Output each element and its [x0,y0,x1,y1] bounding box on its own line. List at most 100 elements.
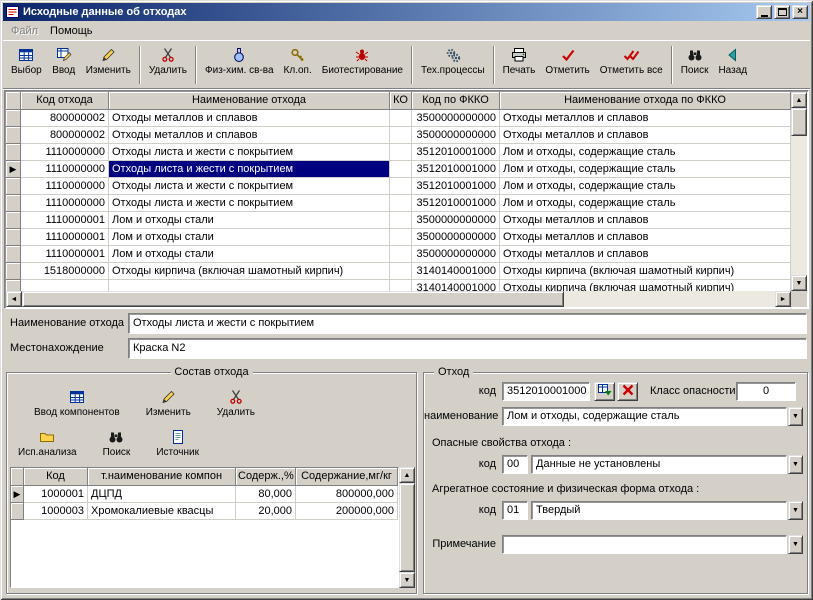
row-selector: ▶ [11,486,24,503]
table-row[interactable]: 1110000001Лом и отходы стали350000000000… [6,212,791,229]
main-grid-body: Код отходаНаименование отходаКОКод по ФК… [6,92,791,291]
scroll-track[interactable] [399,483,415,572]
toolbar-button-delete[interactable]: Удалить [144,43,192,87]
toolbar-button-input-form[interactable]: Ввод [47,43,81,87]
note-dropdown-button[interactable]: ▼ [788,535,803,554]
toolbar-button-label: Отметить [545,65,589,76]
table-row[interactable]: 1518000000Отходы кирпича (включая шамотн… [6,263,791,280]
hazard-dropdown-button[interactable]: ▼ [788,455,803,474]
state-dropdown-button[interactable]: ▼ [788,501,803,520]
scroll-up-button[interactable]: ▲ [399,467,415,483]
toolbar-button-edit[interactable]: Изменить [141,385,196,419]
toolbar-button-delete[interactable]: Удалить [212,385,260,419]
table-row[interactable]: 1110000001Лом и отходы стали350000000000… [6,229,791,246]
note-field[interactable] [502,535,787,554]
table-row[interactable]: 800000002Отходы металлов и сплавов350000… [6,127,791,144]
main-grid-column-header[interactable]: Код по ФККО [412,92,500,110]
scroll-down-button[interactable]: ▼ [791,275,807,291]
scroll-left-button[interactable]: ◄ [6,291,22,307]
scroll-right-button[interactable]: ► [775,291,791,307]
cell-percent: 80,000 [236,486,296,503]
table-row[interactable]: 3140140001000Отходы кирпича (включая шам… [6,280,791,291]
fkko-name-dropdown-button[interactable]: ▼ [788,407,803,426]
table-row[interactable]: 1110000000Отходы листа и жести с покрыти… [6,195,791,212]
dropdown-icon: ▼ [792,541,799,548]
location-field[interactable]: Краска N2 [128,338,807,359]
close-button[interactable]: × [792,5,808,19]
title-bar[interactable]: Исходные данные об отходах × [3,3,810,21]
table-row[interactable]: 1000003Хромокалиевые квасцы20,000200000,… [11,503,398,520]
clear-code-button[interactable] [617,382,638,401]
toolbar-button-gears[interactable]: Тех.процессы [416,43,490,87]
composition-column-header[interactable]: т.наименование компон [88,468,236,486]
minimize-button[interactable] [756,5,772,19]
window-title: Исходные данные об отходах [23,6,754,18]
input-form-icon [55,46,73,63]
cell-waste-code: 1110000001 [21,212,109,229]
table-row[interactable]: 1110000000Отходы листа и жести с покрыти… [6,144,791,161]
toolbar-button-double-check[interactable]: Отметить все [595,43,668,87]
toolbar-button-select-table[interactable]: Ввод компонентов [29,385,125,419]
fkko-pick-button[interactable] [594,382,615,401]
composition-vscrollbar[interactable]: ▲ ▼ [399,467,415,588]
toolbar-button-key[interactable]: Кл.оп. [279,43,317,87]
toolbar-button-back-arrow[interactable]: Назад [713,43,752,87]
main-grid-column-header[interactable]: Наименование отхода [109,92,390,110]
grid-corner-cell [11,468,24,486]
menu-file[interactable]: Файл [5,23,44,39]
hazard-code-field[interactable]: 00 [502,455,528,474]
table-row[interactable]: 800000002Отходы металлов и сплавов350000… [6,110,791,127]
toolbar-button-bug[interactable]: Биотестирование [317,43,408,87]
table-row[interactable]: ▶1110000000Отходы листа и жести с покрыт… [6,161,791,178]
scroll-thumb[interactable] [22,291,564,307]
scroll-track[interactable] [22,291,775,307]
scroll-thumb[interactable] [791,108,807,136]
toolbar-button-edit[interactable]: Изменить [81,43,136,87]
toolbar-button-label: Удалить [149,65,187,76]
main-grid-column-header[interactable]: Код отхода [21,92,109,110]
scroll-track[interactable] [791,108,807,275]
composition-title: Состав отхода [170,366,252,378]
waste-name-field[interactable]: Отходы листа и жести с покрытием [128,313,807,334]
toolbar-button-binoculars[interactable]: Поиск [98,425,136,459]
double-check-icon [622,46,640,63]
waste-code-field[interactable]: 3512010001000 [502,382,590,401]
menu-help[interactable]: Помощь [44,23,99,39]
table-row[interactable]: 1110000001Лом и отходы стали350000000000… [6,246,791,263]
state-code-field[interactable]: 01 [502,501,528,520]
composition-column-header[interactable]: Код [24,468,88,486]
menu-bar: Файл Помощь [3,21,810,40]
main-grid-column-header[interactable]: Наименование отхода по ФККО [500,92,791,110]
toolbar-separator [139,46,141,84]
cell-fkko-name: Отходы металлов и сплавов [500,127,791,144]
table-row[interactable]: 1110000000Отходы листа и жести с покрыти… [6,178,791,195]
scroll-thumb[interactable] [399,483,415,572]
composition-column-header[interactable]: Содержание,мг/кг [296,468,398,486]
hazard-class-field[interactable]: 0 [736,382,796,401]
state-text-field[interactable]: Твердый [531,501,787,520]
toolbar-button-check[interactable]: Отметить [540,43,594,87]
main-grid-header: Код отходаНаименование отходаКОКод по ФК… [6,92,791,110]
toolbar-button-flask[interactable]: Физ-хим. св-ва [200,43,279,87]
dropdown-icon: ▼ [792,507,799,514]
toolbar-button-binoculars[interactable]: Поиск [676,43,714,87]
app-icon [6,5,20,19]
main-grid-vscrollbar[interactable]: ▲ ▼ [791,92,807,291]
waste-name-field-label: Наименование отхода [10,317,124,329]
state-code-label: код [424,504,496,516]
composition-column-header[interactable]: Содерж.,% [236,468,296,486]
hazard-text-field[interactable]: Данные не установлены [531,455,787,474]
maximize-button[interactable] [774,5,790,19]
toolbar-button-folder[interactable]: Исп.анализа [13,425,82,459]
scroll-down-button[interactable]: ▼ [399,572,415,588]
toolbar-button-label: Ввод [52,65,75,76]
table-row[interactable]: ▶1000001ДЦПД80,000800000,000 [11,486,398,503]
main-grid-hscrollbar[interactable]: ◄ ► [6,291,791,307]
main-grid-column-header[interactable]: КО [390,92,412,110]
toolbar-button-source-doc[interactable]: Источник [151,425,204,459]
cell-ko [390,161,412,178]
waste-fkko-name-field[interactable]: Лом и отходы, содержащие сталь [502,407,787,426]
scroll-up-button[interactable]: ▲ [791,92,807,108]
toolbar-button-printer[interactable]: Печать [498,43,541,87]
toolbar-button-select-table[interactable]: Выбор [6,43,47,87]
